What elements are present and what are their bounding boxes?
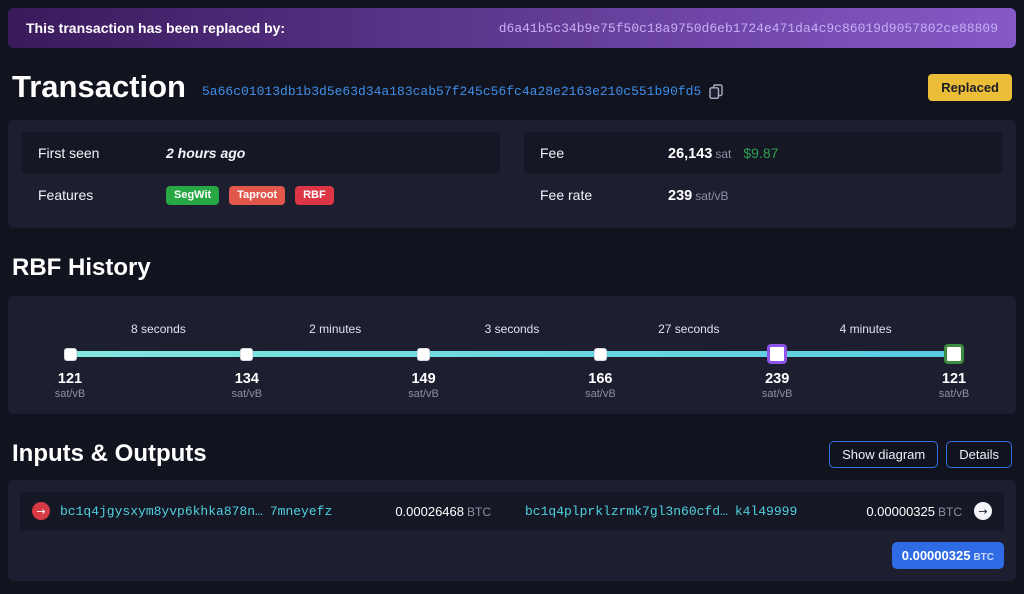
txid-link[interactable]: 5a66c01013db1b3d5e63d34a183cab57f245c56f… bbox=[202, 84, 701, 99]
features-label: Features bbox=[38, 187, 166, 203]
rbf-node-marker[interactable] bbox=[64, 348, 77, 361]
fee-usd-value: $9.87 bbox=[743, 145, 778, 161]
rbf-node-mined: 121 sat/vB bbox=[909, 340, 999, 400]
input-side: → bc1q4jgysxym8yvp6khka878n… 7mneyefz 0.0… bbox=[32, 502, 499, 520]
features-row: Features SegWit Taproot RBF bbox=[22, 174, 500, 216]
output-amount: 0.00000325BTC bbox=[866, 504, 962, 519]
rbf-node-rate: 166 bbox=[588, 371, 612, 387]
details-left-column: First seen 2 hours ago Features SegWit T… bbox=[22, 132, 500, 216]
copy-icon[interactable] bbox=[709, 84, 723, 99]
rbf-node-unit: sat/vB bbox=[55, 388, 86, 400]
taproot-badge: Taproot bbox=[229, 186, 285, 205]
output-arrow-icon[interactable]: → bbox=[974, 502, 992, 520]
rbf-node: 149 sat/vB bbox=[379, 340, 469, 400]
first-seen-row: First seen 2 hours ago bbox=[22, 132, 500, 174]
feature-badges: SegWit Taproot RBF bbox=[166, 185, 340, 205]
input-address-head: bc1q4jgysxym8yvp6khka878n… bbox=[60, 504, 263, 519]
output-address-link[interactable]: bc1q4plprklzrmk7gl3n60cfd… k4l49999 bbox=[525, 504, 797, 519]
transaction-io-card: → bc1q4jgysxym8yvp6khka878n… 7mneyefz 0.0… bbox=[8, 480, 1016, 581]
timeline-interval-label: 27 seconds bbox=[658, 322, 719, 336]
fee-label: Fee bbox=[540, 145, 668, 161]
rbf-node-rate: 121 bbox=[942, 371, 966, 387]
first-seen-value: 2 hours ago bbox=[166, 145, 245, 161]
io-row: → bc1q4jgysxym8yvp6khka878n… 7mneyefz 0.0… bbox=[20, 492, 1004, 530]
status-badge-replaced: Replaced bbox=[928, 74, 1012, 101]
input-arrow-icon[interactable]: → bbox=[32, 502, 50, 520]
rbf-timeline-card: 8 seconds 2 minutes 3 seconds 27 seconds… bbox=[8, 296, 1016, 414]
segwit-badge: SegWit bbox=[166, 186, 219, 205]
rbf-node-rate: 121 bbox=[58, 371, 82, 387]
fee-unit: sat bbox=[715, 147, 731, 161]
rbf-node-marker-mined[interactable] bbox=[944, 344, 964, 364]
io-header: Inputs & Outputs Show diagram Details bbox=[12, 440, 1012, 468]
io-total-row: 0.00000325BTC bbox=[20, 542, 1004, 569]
fee-rate-unit: sat/vB bbox=[695, 189, 728, 203]
transaction-details-card: First seen 2 hours ago Features SegWit T… bbox=[8, 120, 1016, 228]
rbf-history-title: RBF History bbox=[12, 254, 1012, 282]
rbf-node-marker[interactable] bbox=[594, 348, 607, 361]
timeline-interval-label: 3 seconds bbox=[485, 322, 540, 336]
input-amount: 0.00026468BTC bbox=[395, 504, 491, 519]
replacement-txid-link[interactable]: d6a41b5c34b9e75f50c18a9750d6eb1724e471da… bbox=[499, 21, 998, 36]
rbf-node: 166 sat/vB bbox=[555, 340, 645, 400]
rbf-node-unit: sat/vB bbox=[762, 388, 793, 400]
fee-rate-value-group: 239sat/vB bbox=[668, 187, 729, 204]
transaction-page: This transaction has been replaced by: d… bbox=[0, 0, 1024, 581]
rbf-node-unit: sat/vB bbox=[408, 388, 439, 400]
input-address-link[interactable]: bc1q4jgysxym8yvp6khka878n… 7mneyefz bbox=[60, 504, 332, 519]
page-title: Transaction bbox=[12, 69, 186, 105]
output-address-head: bc1q4plprklzrmk7gl3n60cfd… bbox=[525, 504, 728, 519]
rbf-node-marker[interactable] bbox=[417, 348, 430, 361]
replacement-banner: This transaction has been replaced by: d… bbox=[8, 8, 1016, 48]
replacement-banner-label: This transaction has been replaced by: bbox=[26, 20, 285, 36]
show-diagram-button[interactable]: Show diagram bbox=[829, 441, 938, 468]
timeline-interval-label: 2 minutes bbox=[309, 322, 361, 336]
fee-value: 26,143 bbox=[668, 146, 712, 162]
output-amount-value: 0.00000325 bbox=[866, 504, 935, 519]
fee-value-group: 26,143sat $9.87 bbox=[668, 145, 778, 162]
input-amount-value: 0.00026468 bbox=[395, 504, 464, 519]
rbf-node-unit: sat/vB bbox=[585, 388, 616, 400]
rbf-node-rate: 134 bbox=[235, 371, 259, 387]
timeline-interval-label: 4 minutes bbox=[840, 322, 892, 336]
input-address-tail: 7mneyefz bbox=[270, 504, 332, 519]
rbf-node-unit: sat/vB bbox=[939, 388, 970, 400]
first-seen-label: First seen bbox=[38, 145, 166, 161]
rbf-node-unit: sat/vB bbox=[232, 388, 263, 400]
rbf-node-marker-current[interactable] bbox=[767, 344, 787, 364]
rbf-node-current: 239 sat/vB bbox=[732, 340, 822, 400]
output-total-unit: BTC bbox=[973, 552, 994, 563]
details-button[interactable]: Details bbox=[946, 441, 1012, 468]
rbf-node-rate: 149 bbox=[411, 371, 435, 387]
rbf-node-rate: 239 bbox=[765, 371, 789, 387]
rbf-node: 134 sat/vB bbox=[202, 340, 292, 400]
output-total-value: 0.00000325 bbox=[902, 548, 971, 563]
rbf-node-marker[interactable] bbox=[240, 348, 253, 361]
output-address-tail: k4l49999 bbox=[735, 504, 797, 519]
output-side: bc1q4plprklzrmk7gl3n60cfd… k4l49999 0.000… bbox=[525, 502, 992, 520]
fee-rate-label: Fee rate bbox=[540, 187, 668, 203]
input-amount-unit: BTC bbox=[467, 505, 491, 519]
fee-rate-value: 239 bbox=[668, 188, 692, 204]
rbf-node: 121 sat/vB bbox=[25, 340, 115, 400]
fee-row: Fee 26,143sat $9.87 bbox=[524, 132, 1002, 174]
output-total-badge[interactable]: 0.00000325BTC bbox=[892, 542, 1004, 569]
output-amount-unit: BTC bbox=[938, 505, 962, 519]
fee-rate-row: Fee rate 239sat/vB bbox=[524, 174, 1002, 216]
timeline-interval-label: 8 seconds bbox=[131, 322, 186, 336]
transaction-header: Transaction 5a66c01013db1b3d5e63d34a183c… bbox=[12, 64, 1012, 110]
rbf-badge: RBF bbox=[295, 186, 334, 205]
io-title: Inputs & Outputs bbox=[12, 440, 207, 468]
rbf-timeline: 8 seconds 2 minutes 3 seconds 27 seconds… bbox=[70, 296, 954, 414]
details-right-column: Fee 26,143sat $9.87 Fee rate 239sat/vB bbox=[524, 132, 1002, 216]
